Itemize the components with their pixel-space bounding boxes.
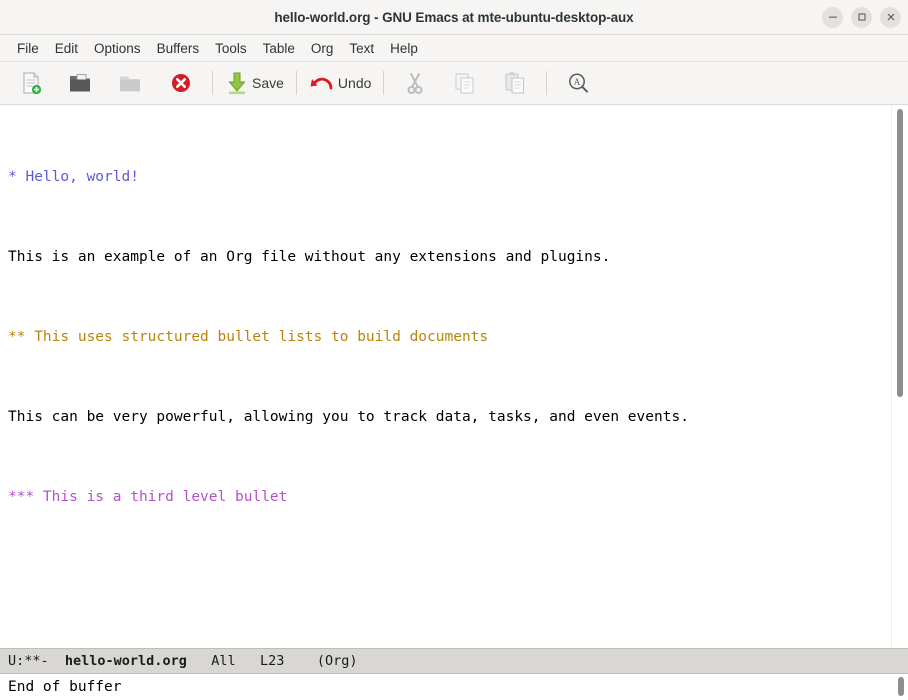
- mode-line-gap-2: [187, 653, 211, 669]
- mode-line-gap-1: [49, 653, 65, 669]
- toolbar-separator-4: [546, 71, 547, 95]
- copy-icon: [452, 70, 478, 96]
- search-button[interactable]: A: [553, 64, 603, 102]
- title-bar: hello-world.org - GNU Emacs at mte-ubunt…: [0, 0, 908, 35]
- echo-area: End of buffer: [0, 674, 908, 700]
- mode-line-gap-4: [284, 653, 317, 669]
- buffer-line-6: [8, 567, 892, 587]
- buffer-area: * Hello, world! This is an example of an…: [0, 105, 908, 648]
- svg-text:A: A: [574, 77, 581, 87]
- menu-item-text[interactable]: Text: [341, 39, 382, 58]
- cut-icon: [402, 70, 428, 96]
- mode-line[interactable]: U:**- hello-world.org All L23 (Org): [0, 648, 908, 674]
- undo-button[interactable]: Undo: [303, 64, 377, 102]
- buffer-line-5: *** This is a third level bullet: [8, 487, 892, 507]
- save-as-button[interactable]: [106, 64, 156, 102]
- undo-icon: [309, 70, 335, 96]
- mode-line-position: All: [211, 653, 235, 669]
- toolbar-separator-3: [383, 71, 384, 95]
- mode-line-gap-3: [236, 653, 260, 669]
- mode-line-filename: hello-world.org: [65, 653, 187, 669]
- tool-bar: Save Undo: [0, 62, 908, 105]
- mode-line-major-mode: (Org): [317, 653, 358, 669]
- menu-bar: File Edit Options Buffers Tools Table Or…: [0, 35, 908, 62]
- buffer-line-1: * Hello, world!: [8, 167, 892, 187]
- undo-button-label: Undo: [338, 75, 371, 91]
- minimize-button[interactable]: [822, 7, 843, 28]
- menu-item-options[interactable]: Options: [86, 39, 149, 58]
- close-file-icon: [168, 70, 194, 96]
- copy-button[interactable]: [440, 64, 490, 102]
- toolbar-separator-1: [212, 71, 213, 95]
- menu-item-file[interactable]: File: [9, 39, 47, 58]
- buffer-line-3: ** This uses structured bullet lists to …: [8, 327, 892, 347]
- new-file-icon: [18, 70, 44, 96]
- search-icon: A: [565, 70, 591, 96]
- save-button-label: Save: [252, 75, 284, 91]
- close-button[interactable]: [880, 7, 901, 28]
- menu-item-table[interactable]: Table: [255, 39, 303, 58]
- close-file-button[interactable]: [156, 64, 206, 102]
- cut-button[interactable]: [390, 64, 440, 102]
- mode-line-status: U:**-: [8, 653, 49, 669]
- buffer-line-7: Here's what I need to buy today:: [8, 647, 892, 648]
- buffer-line-4: This can be very powerful, allowing you …: [8, 407, 892, 427]
- org-paragraph-2: This can be very powerful, allowing you …: [8, 409, 689, 425]
- open-file-button[interactable]: [56, 64, 106, 102]
- org-heading-level-3: *** This is a third level bullet: [8, 489, 287, 505]
- org-paragraph-1: This is an example of an Org file withou…: [8, 249, 610, 265]
- save-button[interactable]: Save: [219, 64, 290, 102]
- save-as-icon: [118, 70, 144, 96]
- emacs-window: hello-world.org - GNU Emacs at mte-ubunt…: [0, 0, 908, 700]
- toolbar-separator-2: [296, 71, 297, 95]
- echo-area-scrollbar[interactable]: [898, 677, 904, 696]
- save-icon: [225, 70, 249, 96]
- mode-line-linenumber: L23: [260, 653, 284, 669]
- new-file-button[interactable]: [6, 64, 56, 102]
- maximize-button[interactable]: [851, 7, 872, 28]
- paste-button[interactable]: [490, 64, 540, 102]
- window-title: hello-world.org - GNU Emacs at mte-ubunt…: [274, 10, 633, 25]
- menu-item-tools[interactable]: Tools: [207, 39, 255, 58]
- vertical-scrollbar[interactable]: [891, 105, 908, 648]
- menu-item-org[interactable]: Org: [303, 39, 342, 58]
- echo-area-message: End of buffer: [8, 679, 122, 695]
- minimize-icon: [828, 12, 838, 22]
- buffer-line-2: This is an example of an Org file withou…: [8, 247, 892, 267]
- menu-item-help[interactable]: Help: [382, 39, 426, 58]
- menu-item-buffers[interactable]: Buffers: [149, 39, 208, 58]
- window-controls: [822, 0, 901, 34]
- close-icon: [886, 12, 896, 22]
- menu-item-edit[interactable]: Edit: [47, 39, 86, 58]
- open-file-icon: [68, 70, 94, 96]
- org-heading-level-2: ** This uses structured bullet lists to …: [8, 329, 488, 345]
- paste-icon: [502, 70, 528, 96]
- vertical-scrollbar-thumb[interactable]: [897, 109, 903, 397]
- org-buffer-text[interactable]: * Hello, world! This is an example of an…: [0, 105, 892, 648]
- maximize-icon: [857, 12, 867, 22]
- org-heading-level-1: * Hello, world!: [8, 169, 139, 185]
